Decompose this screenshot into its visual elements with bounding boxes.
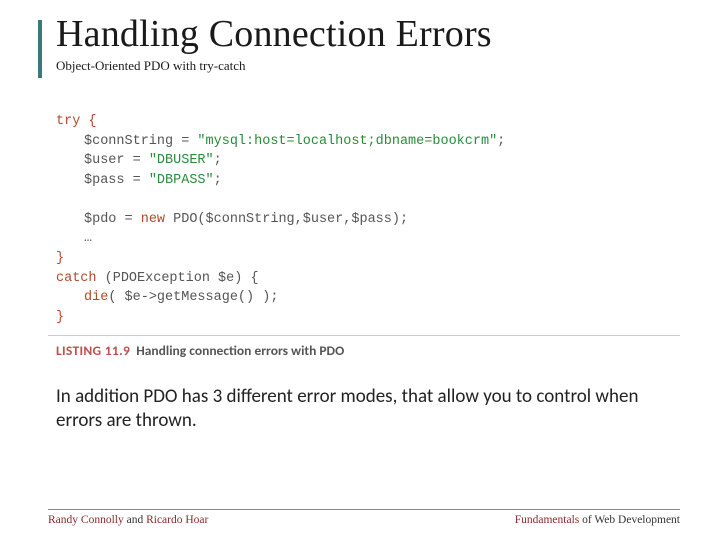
- code-text: ;: [214, 173, 222, 188]
- code-line: [56, 190, 680, 210]
- code-text: PDO($connString,$user,$pass);: [165, 212, 408, 227]
- book-title-part: Fundamentals: [515, 514, 580, 526]
- author-name: Randy Connolly: [48, 514, 124, 526]
- code-text: $user =: [84, 153, 149, 168]
- code-line: catch (PDOException $e) {: [56, 269, 680, 289]
- code-listing: try { $connString = "mysql:host=localhos…: [48, 112, 680, 327]
- slide: Handling Connection Errors Object-Orient…: [0, 0, 720, 540]
- listing-label: LISTING 11.9: [56, 342, 130, 359]
- ellipsis: …: [84, 231, 92, 246]
- code-text: ;: [214, 153, 222, 168]
- keyword-try: try: [56, 114, 80, 129]
- footer: Randy Connolly and Ricardo Hoar Fundamen…: [48, 509, 680, 526]
- code-text: ;: [497, 134, 505, 149]
- listing-caption: Handling connection errors with PDO: [136, 342, 344, 359]
- footer-right: Fundamentals of Web Development: [515, 514, 680, 526]
- code-line: die( $e->getMessage() );: [56, 288, 680, 308]
- code-line: try {: [56, 112, 680, 132]
- footer-left: Randy Connolly and Ricardo Hoar: [48, 514, 208, 526]
- brace: }: [56, 251, 64, 266]
- code-text: (PDOException $e) {: [97, 271, 259, 286]
- brace: }: [56, 310, 64, 325]
- code-text: ( $e->getMessage() );: [108, 290, 278, 305]
- book-title-part: of Web Development: [579, 514, 680, 526]
- page-subtitle: Object-Oriented PDO with try-catch: [48, 58, 680, 74]
- code-line: $pass = "DBPASS";: [56, 171, 680, 191]
- code-line: …: [56, 229, 680, 249]
- page-title: Handling Connection Errors: [48, 12, 680, 56]
- keyword-catch: catch: [56, 271, 97, 286]
- author-name: Ricardo Hoar: [146, 514, 208, 526]
- keyword-new: new: [141, 212, 165, 227]
- listing-caption-bar: LISTING 11.9 Handling connection errors …: [48, 335, 680, 359]
- code-text: $pdo =: [84, 212, 141, 227]
- code-line: $pdo = new PDO($connString,$user,$pass);: [56, 210, 680, 230]
- code-line: $connString = "mysql:host=localhost;dbna…: [56, 132, 680, 152]
- accent-bar: [38, 20, 42, 78]
- code-text: $connString =: [84, 134, 197, 149]
- code-text: $pass =: [84, 173, 149, 188]
- keyword-die: die: [84, 290, 108, 305]
- string-literal: "mysql:host=localhost;dbname=bookcrm": [197, 134, 497, 149]
- code-line: $user = "DBUSER";: [56, 151, 680, 171]
- brace: {: [80, 114, 96, 129]
- code-line: }: [56, 249, 680, 269]
- string-literal: "DBUSER": [149, 153, 214, 168]
- footer-text: and: [124, 514, 146, 526]
- string-literal: "DBPASS": [149, 173, 214, 188]
- body-paragraph: In addition PDO has 3 different error mo…: [48, 385, 680, 433]
- code-line: }: [56, 308, 680, 328]
